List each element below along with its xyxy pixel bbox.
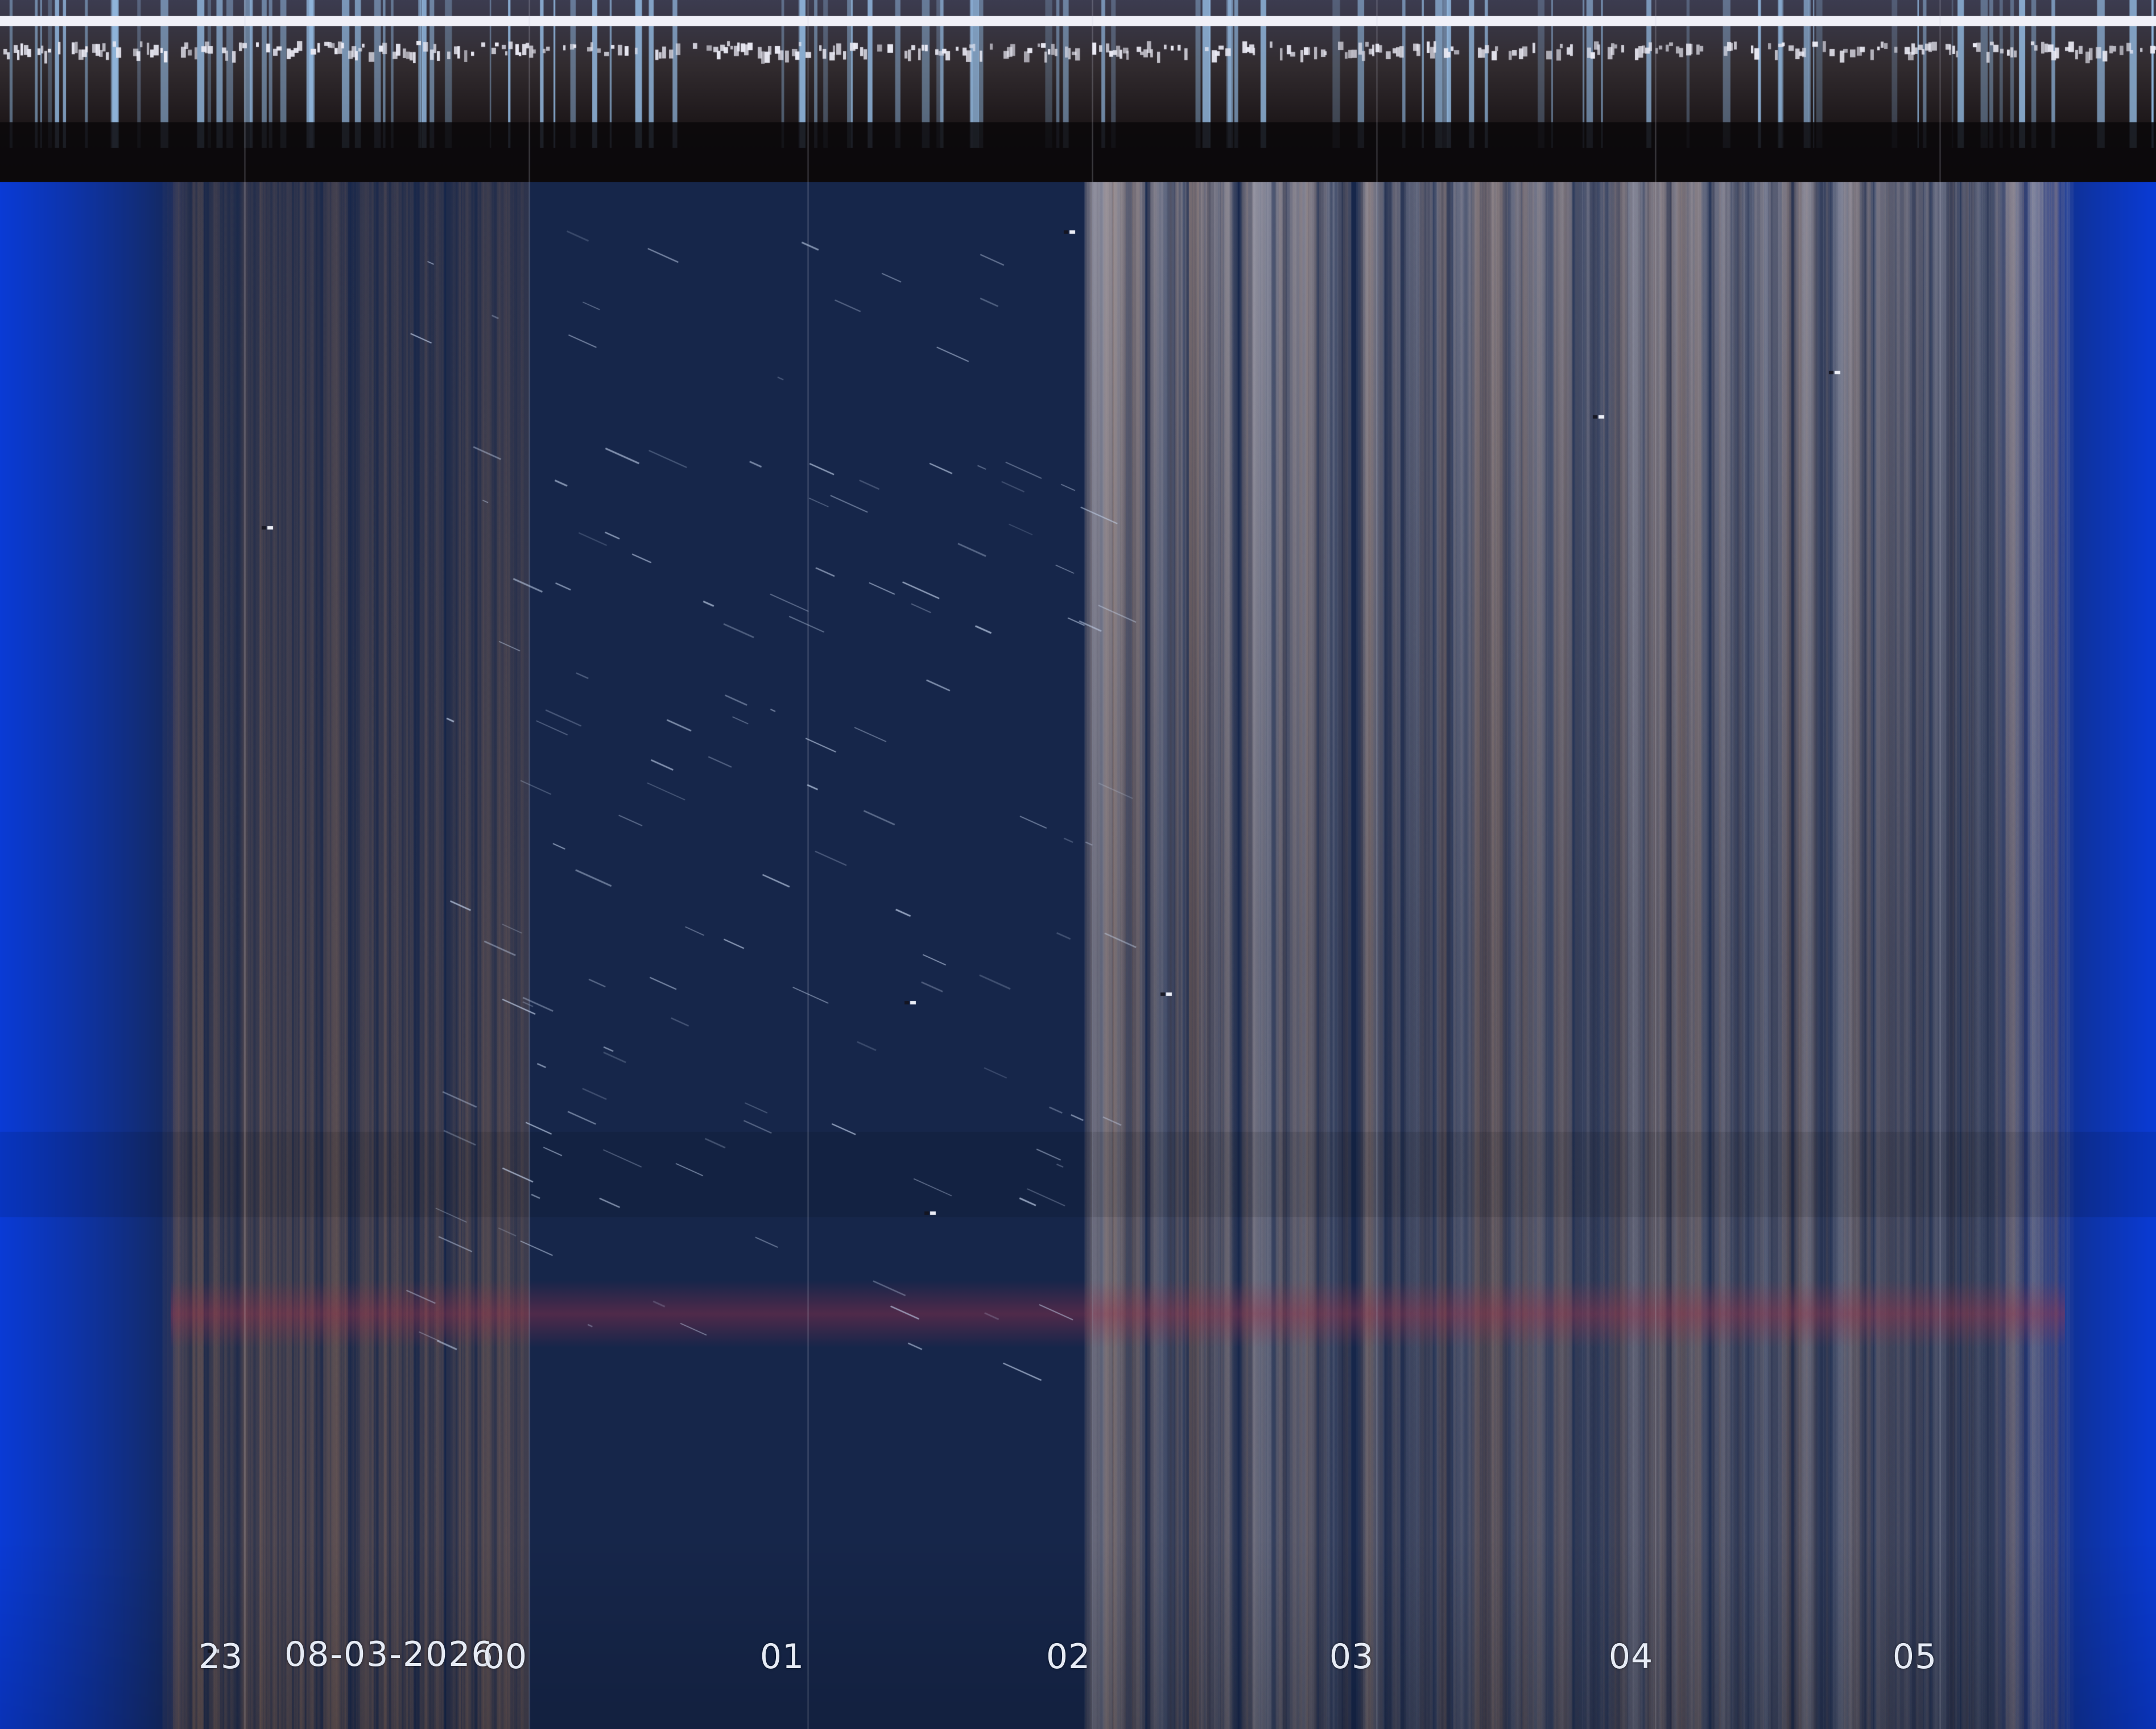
hour-label-00: 00 (482, 1637, 528, 1677)
keogram-image (0, 0, 2156, 1729)
keogram-view: 08-03-2026 23 00 01 02 03 04 05 (0, 0, 2156, 1729)
hour-label-04: 04 (1608, 1637, 1654, 1677)
hour-label-02: 02 (1046, 1637, 1091, 1677)
hour-label-23: 23 (198, 1637, 243, 1677)
hour-label-03: 03 (1329, 1637, 1374, 1677)
hour-label-01: 01 (759, 1637, 805, 1677)
hour-label-05: 05 (1892, 1637, 1938, 1677)
